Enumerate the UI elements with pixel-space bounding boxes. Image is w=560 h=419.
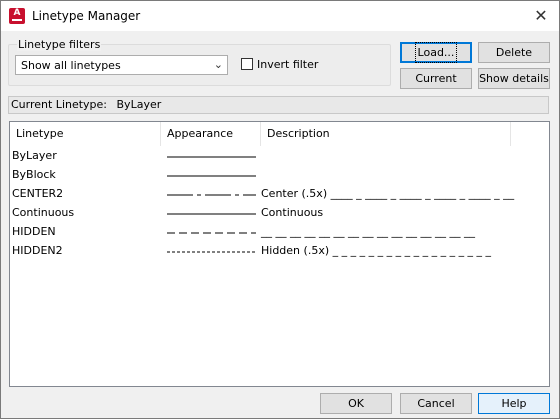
window-title: Linetype Manager xyxy=(32,9,141,23)
linetype-list[interactable]: Linetype Appearance Description ByLayer … xyxy=(9,121,550,387)
close-icon[interactable]: ✕ xyxy=(531,6,551,26)
linetype-name: ByBlock xyxy=(12,168,56,181)
table-row[interactable]: CENTER2 Center (.5x) ____ _ ____ _ ____ … xyxy=(10,185,549,203)
table-row[interactable]: ByBlock xyxy=(10,166,549,184)
table-row[interactable]: Continuous Continuous xyxy=(10,204,549,222)
linetype-appearance xyxy=(167,213,256,215)
linetype-filter-value: Show all linetypes xyxy=(21,59,121,72)
show-details-button[interactable]: Show details xyxy=(478,68,550,89)
linetype-description: Hidden (.5x) _ _ _ _ _ _ _ _ _ _ _ _ _ _… xyxy=(261,244,492,257)
column-header-appearance[interactable]: Appearance xyxy=(161,122,261,146)
delete-button[interactable]: Delete xyxy=(478,42,550,63)
current-linetype-label: Current Linetype: xyxy=(11,98,108,111)
help-button[interactable]: Help xyxy=(478,393,550,414)
autocad-app-icon: A xyxy=(9,8,25,24)
linetype-description: __ __ __ __ __ __ __ __ __ __ __ __ __ _… xyxy=(261,225,475,238)
load-button[interactable]: Load... xyxy=(400,42,472,63)
linetype-name: ByLayer xyxy=(12,149,57,162)
linetype-appearance xyxy=(167,194,256,196)
invert-filter-label[interactable]: Invert filter xyxy=(257,58,318,71)
invert-filter-checkbox[interactable] xyxy=(241,58,253,70)
title-bar: A Linetype Manager ✕ xyxy=(1,1,559,31)
table-row[interactable]: HIDDEN2 Hidden (.5x) _ _ _ _ _ _ _ _ _ _… xyxy=(10,242,549,260)
linetype-name: CENTER2 xyxy=(12,187,64,200)
linetype-name: HIDDEN2 xyxy=(12,244,63,257)
linetype-filters-label: Linetype filters xyxy=(17,38,102,51)
column-header-description[interactable]: Description xyxy=(261,122,511,146)
current-linetype-value: ByLayer xyxy=(116,98,162,111)
linetype-appearance xyxy=(167,232,256,234)
current-button[interactable]: Current xyxy=(400,68,472,89)
linetype-description: Continuous xyxy=(261,206,324,219)
table-row[interactable]: HIDDEN __ __ __ __ __ __ __ __ __ __ __ … xyxy=(10,223,549,241)
linetype-name: HIDDEN xyxy=(12,225,56,238)
linetype-appearance xyxy=(167,251,256,253)
linetype-filter-select[interactable]: Show all linetypes ⌄ xyxy=(15,55,228,75)
linetype-appearance xyxy=(167,156,256,158)
linetype-description: Center (.5x) ____ _ ____ _ ____ _ ____ _… xyxy=(261,187,515,200)
table-row[interactable]: ByLayer xyxy=(10,147,549,165)
current-linetype-bar: Current Linetype: ByLayer xyxy=(8,96,549,114)
column-header-linetype[interactable]: Linetype xyxy=(10,122,161,146)
chevron-down-icon: ⌄ xyxy=(213,58,223,71)
ok-button[interactable]: OK xyxy=(320,393,392,414)
cancel-button[interactable]: Cancel xyxy=(400,393,472,414)
linetype-name: Continuous xyxy=(12,206,75,219)
linetype-appearance xyxy=(167,175,256,177)
